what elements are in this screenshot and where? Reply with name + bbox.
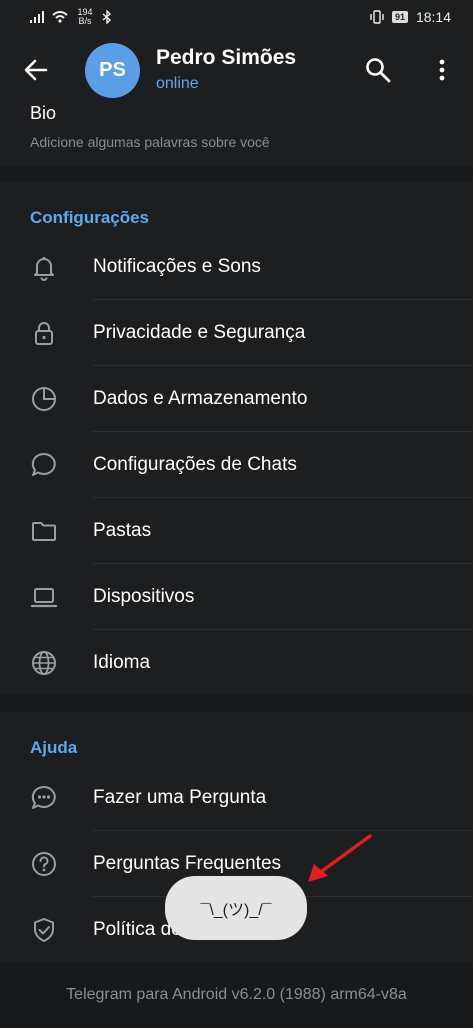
bio-section[interactable]: Bio Adicione algumas palavras sobre você xyxy=(0,103,473,166)
laptop-icon xyxy=(30,588,58,608)
status-left: 194 B/s xyxy=(30,8,112,26)
folder-icon xyxy=(32,522,56,541)
bluetooth-icon xyxy=(102,10,112,24)
settings-item-label: Dados e Armazenamento xyxy=(93,388,308,409)
network-speed: 194 B/s xyxy=(74,8,96,26)
vibrate-icon xyxy=(370,10,384,24)
globe-icon xyxy=(32,651,56,675)
status-right: 91 18:14 xyxy=(370,9,451,25)
chat-bubble-icon xyxy=(31,452,56,476)
settings-item-data[interactable]: Dados e Armazenamento xyxy=(0,366,473,432)
shield-check-icon xyxy=(34,918,54,942)
settings-item-devices[interactable]: Dispositivos xyxy=(0,564,473,630)
clock: 18:14 xyxy=(415,9,451,25)
settings-item-label: Notificações e Sons xyxy=(93,256,261,277)
help-item-label: Fazer uma Pergunta xyxy=(93,787,267,808)
settings-item-privacy[interactable]: Privacidade e Segurança xyxy=(0,300,473,366)
toast-message: ¯\_(ツ)_/¯ xyxy=(165,876,307,940)
settings-item-label: Privacidade e Segurança xyxy=(93,322,306,343)
search-icon xyxy=(366,58,391,83)
question-icon xyxy=(32,852,56,876)
search-button[interactable] xyxy=(364,56,392,84)
settings-item-label: Pastas xyxy=(93,520,152,541)
pie-chart-icon xyxy=(32,387,56,411)
bio-title: Bio xyxy=(30,103,57,123)
bell-icon xyxy=(34,257,54,281)
help-item-ask[interactable]: Fazer uma Pergunta xyxy=(0,765,473,831)
bio-subtitle: Adicione algumas palavras sobre você xyxy=(30,134,270,150)
more-options-button[interactable] xyxy=(430,56,454,84)
version-footer: Telegram para Android v6.2.0 (1988) arm6… xyxy=(0,962,473,1024)
battery-indicator: 91 xyxy=(391,11,408,23)
profile-name: Pedro Simões xyxy=(156,46,297,69)
settings-section: Configurações Notificações e Sons Privac… xyxy=(0,182,473,695)
settings-item-label: Idioma xyxy=(93,652,151,673)
settings-item-label: Dispositivos xyxy=(93,586,195,607)
settings-item-notifications[interactable]: Notificações e Sons xyxy=(0,234,473,300)
arrow-left-icon xyxy=(24,59,48,81)
settings-item-label: Configurações de Chats xyxy=(93,454,297,475)
app-bar: PS Pedro Simões online xyxy=(0,34,473,106)
avatar[interactable]: PS xyxy=(85,43,140,98)
more-vertical-icon xyxy=(439,59,445,81)
help-header: Ajuda xyxy=(30,738,78,757)
lock-icon xyxy=(35,322,53,345)
profile-status: online xyxy=(156,75,199,92)
signal-icon xyxy=(30,11,44,23)
wifi-icon xyxy=(52,11,68,23)
status-bar: 194 B/s 91 18:14 xyxy=(0,0,473,34)
settings-item-chats[interactable]: Configurações de Chats xyxy=(0,432,473,498)
back-button[interactable] xyxy=(22,56,50,84)
settings-item-folders[interactable]: Pastas xyxy=(0,498,473,564)
settings-header: Configurações xyxy=(30,208,150,227)
chat-dots-icon xyxy=(31,785,56,809)
settings-item-language[interactable]: Idioma xyxy=(0,630,473,696)
network-speed-unit: B/s xyxy=(78,16,92,26)
annotation-arrow-icon xyxy=(308,834,372,882)
